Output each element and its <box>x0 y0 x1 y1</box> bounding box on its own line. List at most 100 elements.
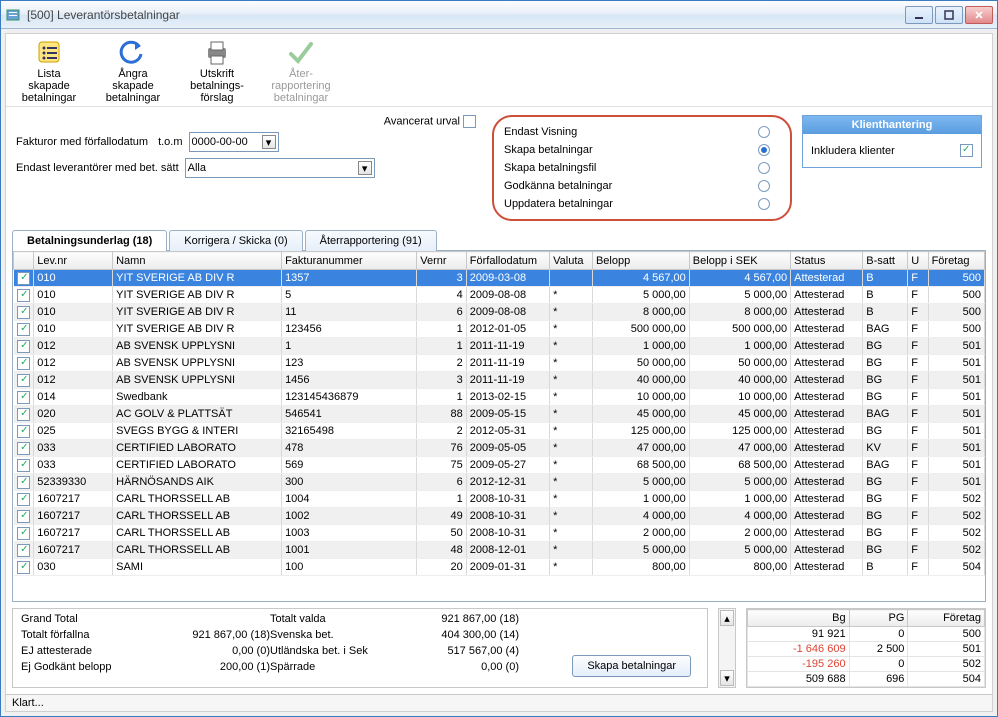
column-header[interactable]: Belopp i SEK <box>689 252 790 270</box>
row-checkbox[interactable] <box>17 340 30 353</box>
action-radio-4[interactable] <box>758 198 770 210</box>
table-row[interactable]: 1607217CARL THORSSELL AB1001482008-12-01… <box>14 542 985 559</box>
table-row[interactable]: 030SAMI100202009-01-31*800,00800,00Attes… <box>14 559 985 576</box>
row-checkbox[interactable] <box>17 493 30 506</box>
column-header[interactable]: Status <box>791 252 863 270</box>
summary-row: -1 646 6092 500501 <box>748 642 985 657</box>
row-checkbox[interactable] <box>17 476 30 489</box>
close-button[interactable] <box>965 6 993 24</box>
table-row[interactable]: 010YIT SVERIGE AB DIV R135732009-03-084 … <box>14 270 985 287</box>
table-row[interactable]: 010YIT SVERIGE AB DIV R542009-08-08*5 00… <box>14 287 985 304</box>
chevron-down-icon[interactable]: ▾ <box>262 135 276 149</box>
summary-header: Bg <box>748 610 850 627</box>
row-checkbox[interactable] <box>17 510 30 523</box>
table-row[interactable]: 012AB SVENSK UPPLYSNI112011-11-19*1 000,… <box>14 338 985 355</box>
maximize-button[interactable] <box>935 6 963 24</box>
titlebar[interactable]: [500] Leverantörsbetalningar <box>1 1 997 29</box>
row-checkbox[interactable] <box>17 374 30 387</box>
table-row[interactable]: 1607217CARL THORSSELL AB1003502008-10-31… <box>14 525 985 542</box>
advanced-filter-checkbox[interactable] <box>463 115 476 128</box>
column-header[interactable]: Förfallodatum <box>466 252 549 270</box>
app-icon <box>5 7 21 23</box>
table-row[interactable]: 52339330HÄRNÖSANDS AIK30062012-12-31*5 0… <box>14 474 985 491</box>
row-checkbox[interactable] <box>17 391 30 404</box>
row-checkbox[interactable] <box>17 289 30 302</box>
chevron-down-icon[interactable]: ▾ <box>358 161 372 175</box>
toolbar-button-1[interactable]: Ångraskapadebetalningar <box>100 38 166 104</box>
row-checkbox[interactable] <box>17 323 30 336</box>
row-checkbox[interactable] <box>17 459 30 472</box>
table-row[interactable]: 1607217CARL THORSSELL AB1002492008-10-31… <box>14 508 985 525</box>
toolbar-button-2[interactable]: Utskriftbetalnings-förslag <box>184 38 250 104</box>
main-window: [500] Leverantörsbetalningar Listaskapad… <box>0 0 998 717</box>
filters: Avancerat urval Fakturor med förfallodat… <box>16 115 482 184</box>
column-header[interactable]: Vernr <box>417 252 467 270</box>
table-row[interactable]: 010YIT SVERIGE AB DIV R1162009-08-08*8 0… <box>14 304 985 321</box>
table-row[interactable]: 033CERTIFIED LABORATO569752009-05-27*68 … <box>14 457 985 474</box>
summary-header: PG <box>849 610 908 627</box>
column-header[interactable]: Lev.nr <box>34 252 113 270</box>
column-header[interactable]: Fakturanummer <box>282 252 417 270</box>
action-option-label: Uppdatera betalningar <box>504 198 613 210</box>
date-input[interactable]: 0000-00-00 ▾ <box>189 132 279 152</box>
table-row[interactable]: 010YIT SVERIGE AB DIV R12345612012-01-05… <box>14 321 985 338</box>
action-radio-1[interactable] <box>758 144 770 156</box>
create-payments-button[interactable]: Skapa betalningar <box>572 655 691 677</box>
total-line: EJ attesterade0,00 (0) <box>21 645 270 661</box>
action-option-label: Endast Visning <box>504 126 577 138</box>
action-radio-0[interactable] <box>758 126 770 138</box>
table-row[interactable]: 1607217CARL THORSSELL AB100412008-10-31*… <box>14 491 985 508</box>
status-bar: Klart... <box>6 694 992 711</box>
scroll-down-icon[interactable]: ▾ <box>720 670 734 686</box>
summary-header: Företag <box>908 610 985 627</box>
row-checkbox[interactable] <box>17 561 30 574</box>
total-line: Totalt förfallna921 867,00 (18) <box>21 629 270 645</box>
row-checkbox[interactable] <box>17 357 30 370</box>
scroll-up-icon[interactable]: ▴ <box>720 610 734 626</box>
minimize-button[interactable] <box>905 6 933 24</box>
column-header[interactable] <box>14 252 34 270</box>
column-header[interactable]: Namn <box>113 252 282 270</box>
supplier-filter-label: Endast leverantörer med bet. sätt <box>16 162 179 174</box>
table-row[interactable]: 025SVEGS BYGG & INTERI3216549822012-05-3… <box>14 423 985 440</box>
toolbar-button-0[interactable]: Listaskapadebetalningar <box>16 38 82 104</box>
tab-2[interactable]: Återrapportering (91) <box>305 230 437 251</box>
column-header[interactable]: Företag <box>928 252 984 270</box>
column-header[interactable]: Valuta <box>550 252 593 270</box>
toolbar: Listaskapadebetalningar Ångraskapadebetal… <box>6 34 992 107</box>
print-icon <box>203 38 231 66</box>
include-clients-label: Inkludera klienter <box>811 145 895 157</box>
row-checkbox[interactable] <box>17 527 30 540</box>
totals-scrollbar[interactable]: ▴ ▾ <box>718 608 736 688</box>
main-grid[interactable]: Lev.nrNamnFakturanummerVernrFörfallodatu… <box>12 250 986 602</box>
tom-label: t.o.m <box>158 136 182 148</box>
column-header[interactable]: Belopp <box>592 252 689 270</box>
action-radio-3[interactable] <box>758 180 770 192</box>
action-cluster: Endast VisningSkapa betalningarSkapa bet… <box>492 115 792 221</box>
table-row[interactable]: 012AB SVENSK UPPLYSNI12322011-11-19*50 0… <box>14 355 985 372</box>
table-row[interactable]: 020AC GOLV & PLATTSÄT546541882009-05-15*… <box>14 406 985 423</box>
list-icon <box>35 38 63 66</box>
row-checkbox[interactable] <box>17 272 30 285</box>
summary-row: 509 688696504 <box>748 672 985 687</box>
column-header[interactable]: B-satt <box>863 252 908 270</box>
row-checkbox[interactable] <box>17 544 30 557</box>
table-row[interactable]: 033CERTIFIED LABORATO478762009-05-05*47 … <box>14 440 985 457</box>
table-row[interactable]: 012AB SVENSK UPPLYSNI145632011-11-19*40 … <box>14 372 985 389</box>
column-header[interactable]: U <box>908 252 928 270</box>
row-checkbox[interactable] <box>17 306 30 319</box>
payment-method-combo[interactable]: Alla ▾ <box>185 158 375 178</box>
total-line: Grand Total <box>21 613 270 629</box>
row-checkbox[interactable] <box>17 408 30 421</box>
action-radio-2[interactable] <box>758 162 770 174</box>
check-icon <box>287 38 315 66</box>
summary-grid: BgPGFöretag91 9210500-1 646 6092 500501-… <box>746 608 986 688</box>
row-checkbox[interactable] <box>17 425 30 438</box>
total-line: Ej Godkänt belopp200,00 (1) <box>21 661 270 677</box>
total-line: Utländska bet. i Sek517 567,00 (4) <box>270 645 519 661</box>
include-clients-checkbox[interactable] <box>960 144 973 157</box>
tab-0[interactable]: Betalningsunderlag (18) <box>12 230 167 251</box>
table-row[interactable]: 014Swedbank12314543687912013-02-15*10 00… <box>14 389 985 406</box>
tab-1[interactable]: Korrigera / Skicka (0) <box>169 230 302 251</box>
row-checkbox[interactable] <box>17 442 30 455</box>
